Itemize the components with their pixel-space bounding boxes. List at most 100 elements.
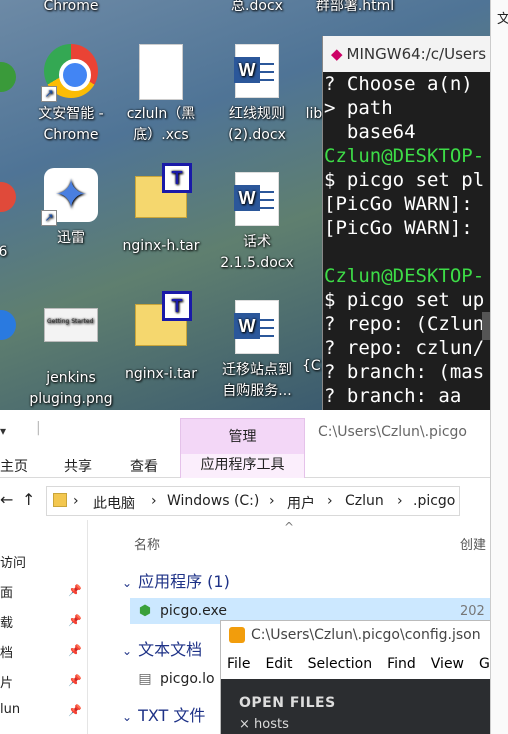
pin-icon: 📌 [68, 614, 82, 627]
menu-edit[interactable]: Edit [265, 656, 292, 672]
terminal-line: $ picgo set pl [324, 169, 485, 191]
desktop-icon-nginx-i[interactable]: T nginx-i.tar [116, 291, 206, 385]
column-header-name[interactable]: 名称 [134, 534, 160, 553]
terminal-window[interactable]: ◆ MINGW64:/c/Users ? Choose a(n) > path b… [322, 36, 492, 410]
menu-selection[interactable]: Selection [308, 656, 373, 672]
chevron-down-icon: ⌄ [122, 710, 133, 724]
navigation-pane: 访问 面 📌 载 📌 档 📌 片 📌 lun 📌 [0, 520, 88, 734]
tab-manage-label: 管理 [228, 429, 257, 445]
menu-view[interactable]: View [431, 656, 464, 672]
column-header-created[interactable]: 创建 [460, 534, 486, 553]
back-arrow-icon[interactable]: ← [0, 490, 13, 509]
tab-manage[interactable]: 管理 [180, 418, 305, 458]
group-title: 文本文档 [138, 640, 203, 659]
group-header-txt[interactable]: ⌄ TXT 文件 [122, 702, 205, 726]
menu-find[interactable]: Find [387, 656, 416, 672]
terminal-prompt: Czlun@DESKTOP- [324, 265, 485, 287]
address-bar[interactable]: › 此电脑 › Windows (C:) › 用户 › Czlun › .pic… [46, 486, 460, 516]
archive-icon: T [133, 291, 192, 360]
desktop-icon-wenan-chrome[interactable]: ↗ 文安智能 - Chrome [26, 44, 116, 146]
file-icon [304, 44, 324, 100]
up-arrow-icon[interactable]: ↑ [22, 490, 35, 509]
breadcrumb-sep: › [397, 493, 403, 509]
desktop-label-docx[interactable]: 总.docx [212, 0, 302, 17]
sublime-sidebar: OPEN FILES × hosts [221, 679, 490, 734]
menu-file[interactable]: File [227, 656, 250, 672]
terminal-line: [PicGo WARN]: [324, 217, 485, 239]
tab-app-tools[interactable]: 应用程序工具 [180, 454, 305, 478]
breadcrumb-users[interactable]: 用户 [287, 493, 315, 513]
breadcrumb-drive-c[interactable]: Windows (C:) [167, 493, 259, 509]
terminal-line: ? repo: czlun/ [324, 337, 485, 359]
nav-item-downloads[interactable]: 载 [0, 612, 13, 631]
nav-item-quick-access[interactable]: 访问 [0, 552, 26, 571]
desktop-icon-partial-6[interactable]: 6 [0, 168, 16, 263]
desktop-icon-label: jenkins pluging.png [29, 370, 113, 407]
pin-icon: 📌 [68, 644, 82, 657]
desktop-label: 群部署.html [315, 0, 395, 14]
breadcrumb-sep: › [73, 493, 79, 509]
app-icon [0, 310, 18, 366]
desktop-icon-label: 6 [0, 244, 8, 260]
separator: | [36, 420, 41, 436]
desktop-icon-czluln[interactable]: czluln（黑 底）.xcs [116, 44, 206, 146]
nav-item-documents[interactable]: 档 [0, 642, 13, 661]
desktop-icon-partial[interactable] [0, 48, 16, 122]
nav-item-czlun[interactable]: lun [0, 702, 20, 717]
sublime-window[interactable]: C:\Users\Czlun\.picgo\config.json File Ed… [220, 620, 490, 734]
dropdown-icon[interactable]: ▾ [0, 424, 6, 438]
desktop-icon-xunlei[interactable]: ✦ ↗ 迅雷 [26, 168, 116, 249]
sublime-logo-icon [229, 627, 245, 643]
breadcrumb-picgo[interactable]: .picgo [413, 493, 455, 509]
open-files-header: OPEN FILES [239, 695, 336, 711]
tab-share[interactable]: 共享 [64, 456, 92, 476]
desktop-icon-label: 话术 2.1.5.docx [220, 234, 294, 271]
nav-item-desktop[interactable]: 面 [0, 582, 13, 601]
app-icon [0, 62, 18, 118]
file-date: 202 [460, 604, 485, 619]
breadcrumb-czlun[interactable]: Czlun [345, 493, 384, 509]
file-name: picgo.exe [160, 603, 227, 619]
shortcut-arrow-icon: ↗ [41, 210, 57, 226]
group-header-apps[interactable]: ⌄ 应用程序 (1) [122, 568, 230, 592]
group-header-text-docs[interactable]: ⌄ 文本文档 [122, 636, 202, 660]
desktop-icon-qianyi[interactable]: W 迁移站点到 自购服务... [212, 300, 302, 402]
quick-access-toolbar: ▾ | [0, 410, 180, 454]
tab-view[interactable]: 查看 [130, 456, 158, 476]
file-name: picgo.lo [160, 671, 215, 687]
open-file-item[interactable]: × hosts [221, 711, 490, 732]
breadcrumb-this-pc[interactable]: 此电脑 [93, 493, 135, 513]
terminal-titlebar[interactable]: ◆ MINGW64:/c/Users [323, 36, 492, 72]
desktop-icon-partial-3[interactable] [0, 296, 16, 370]
open-file-name: hosts [254, 717, 289, 732]
desktop-label-chrome[interactable]: Chrome [26, 0, 116, 17]
sublime-titlebar[interactable]: C:\Users\Czlun\.picgo\config.json [221, 621, 490, 649]
tab-home[interactable]: 主页 [0, 456, 28, 476]
sublime-title: C:\Users\Czlun\.picgo\config.json [251, 627, 481, 643]
desktop-icon-nginx-h[interactable]: T nginx-h.tar [116, 163, 206, 257]
desktop-icon-hongxian[interactable]: W 红线规则 (2).docx [212, 44, 302, 146]
menu-goto[interactable]: G [479, 656, 490, 672]
background-window-label: 文 [497, 12, 508, 27]
terminal-line: $ picgo set up [324, 289, 485, 311]
background-window-edge[interactable]: 文 [490, 0, 508, 734]
group-title: 应用程序 (1) [138, 572, 230, 591]
tab-app-tools-label: 应用程序工具 [200, 457, 285, 473]
chrome-icon: ↗ [41, 44, 99, 102]
nav-item-pictures[interactable]: 片 [0, 672, 13, 691]
word-icon: W [229, 300, 285, 356]
desktop-label-html[interactable]: 群部署.html [300, 0, 410, 17]
desktop-icon-huashu[interactable]: W 话术 2.1.5.docx [212, 172, 302, 274]
text-file-icon: ▤ [138, 671, 152, 687]
desktop-icon-label: nginx-h.tar [122, 238, 200, 254]
desktop-icon-label: 迅雷 [57, 230, 85, 246]
desktop-icon-jenkins[interactable]: Getting Started jenkins pluging.png [26, 296, 116, 410]
shortcut-arrow-icon: ↗ [41, 86, 57, 102]
terminal-output[interactable]: ? Choose a(n) > path base64 Czlun@DESKTO… [323, 72, 492, 408]
git-bash-icon: ◆ [331, 45, 343, 63]
terminal-line: [PicGo WARN]: [324, 193, 485, 215]
word-icon: W [229, 172, 285, 228]
pin-icon: 📌 [68, 584, 82, 597]
terminal-scrollbar[interactable] [482, 312, 490, 340]
close-icon[interactable]: × [239, 717, 254, 732]
